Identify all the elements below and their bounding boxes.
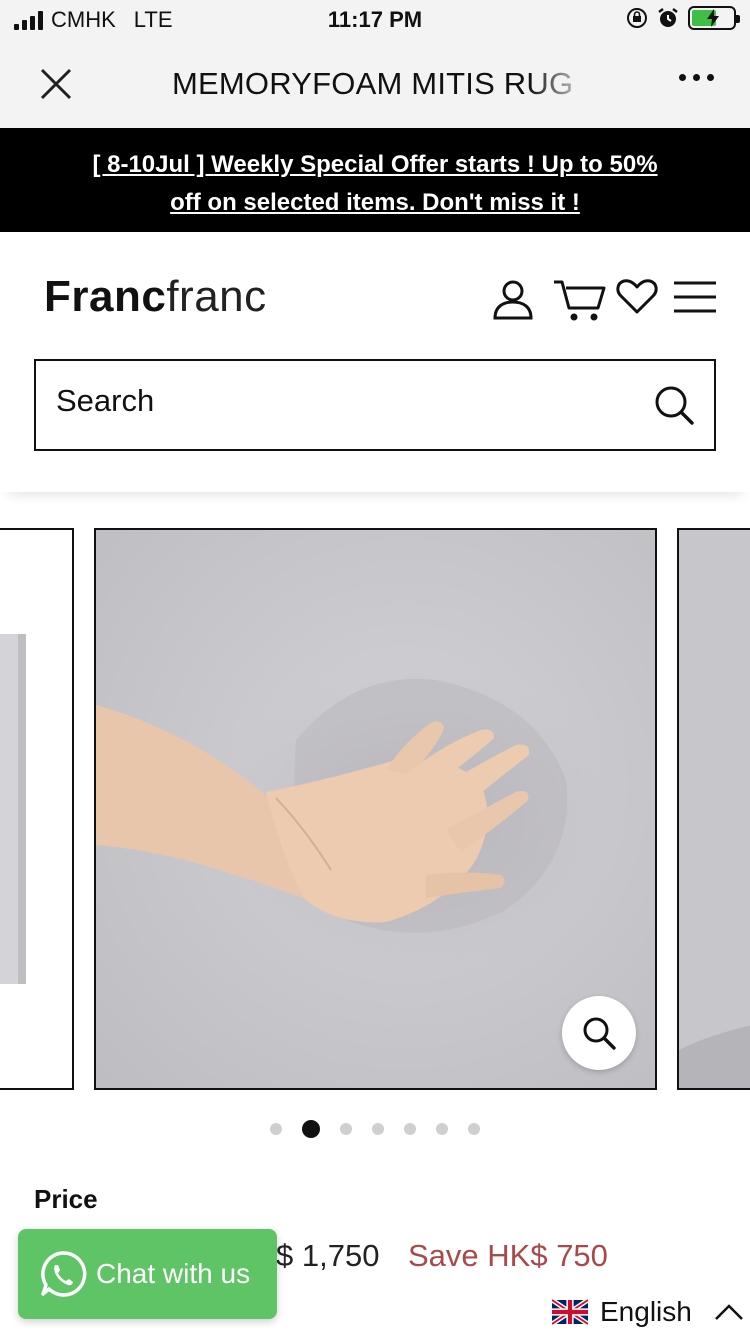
account-icon[interactable]	[490, 276, 536, 327]
language-label: English	[600, 1296, 692, 1327]
menu-icon[interactable]	[672, 280, 718, 319]
status-bar: CMHK LTE 11:17 PM	[0, 0, 750, 40]
site-header: Francfranc	[0, 232, 750, 492]
gallery-prev-slide[interactable]	[0, 528, 74, 1090]
gallery-main-image[interactable]	[94, 528, 657, 1090]
gallery-dot[interactable]	[340, 1123, 352, 1135]
more-icon[interactable]	[679, 74, 714, 81]
chevron-up-icon	[714, 1304, 743, 1320]
cart-icon[interactable]	[552, 276, 608, 331]
gallery-dot[interactable]	[436, 1123, 448, 1135]
logo-bold-text: Franc	[44, 272, 167, 321]
price-value: $ 1,750	[276, 1238, 380, 1273]
chat-label: Chat with us	[96, 1258, 251, 1289]
search-icon[interactable]	[652, 383, 696, 427]
wishlist-heart-icon[interactable]	[616, 278, 658, 321]
status-right	[626, 6, 740, 30]
whatsapp-icon	[41, 1251, 87, 1297]
gallery-pagination	[0, 1120, 750, 1138]
language-selector[interactable]: English	[552, 1296, 744, 1328]
browser-header: MEMORYFOAM MITIS RUG	[0, 40, 750, 128]
alarm-icon	[658, 8, 678, 27]
gallery-next-slide[interactable]	[677, 528, 750, 1090]
uk-flag-icon	[552, 1298, 588, 1326]
gallery-dot[interactable]	[404, 1123, 416, 1135]
gallery-dot[interactable]	[468, 1123, 480, 1135]
gallery-dot[interactable]	[302, 1120, 320, 1138]
zoom-icon	[583, 1017, 616, 1050]
gallery-dot[interactable]	[270, 1123, 282, 1135]
chat-button[interactable]: Chat with us	[18, 1229, 277, 1319]
announcement-line-1[interactable]: [ 8-10Jul ] Weekly Special Offer starts …	[92, 151, 657, 178]
gallery-dot[interactable]	[372, 1123, 384, 1135]
announcement-line-2[interactable]: off on selected items. Don't miss it !	[170, 189, 580, 216]
search-box	[34, 359, 716, 451]
close-icon[interactable]	[36, 64, 76, 104]
logo-light-text: franc	[166, 272, 267, 321]
zoom-button[interactable]	[562, 996, 636, 1070]
brand-logo[interactable]: Francfranc	[44, 272, 267, 322]
price-label: Price	[34, 1184, 98, 1214]
rotation-lock-icon	[627, 8, 647, 28]
page-title: MEMORYFOAM MITIS RUG	[172, 66, 574, 101]
announcement-bar[interactable]: [ 8-10Jul ] Weekly Special Offer starts …	[0, 128, 750, 232]
search-input[interactable]	[56, 383, 616, 419]
battery-icon	[688, 6, 740, 30]
save-amount: Save HK$ 750	[408, 1238, 608, 1273]
product-gallery[interactable]	[0, 528, 750, 1092]
